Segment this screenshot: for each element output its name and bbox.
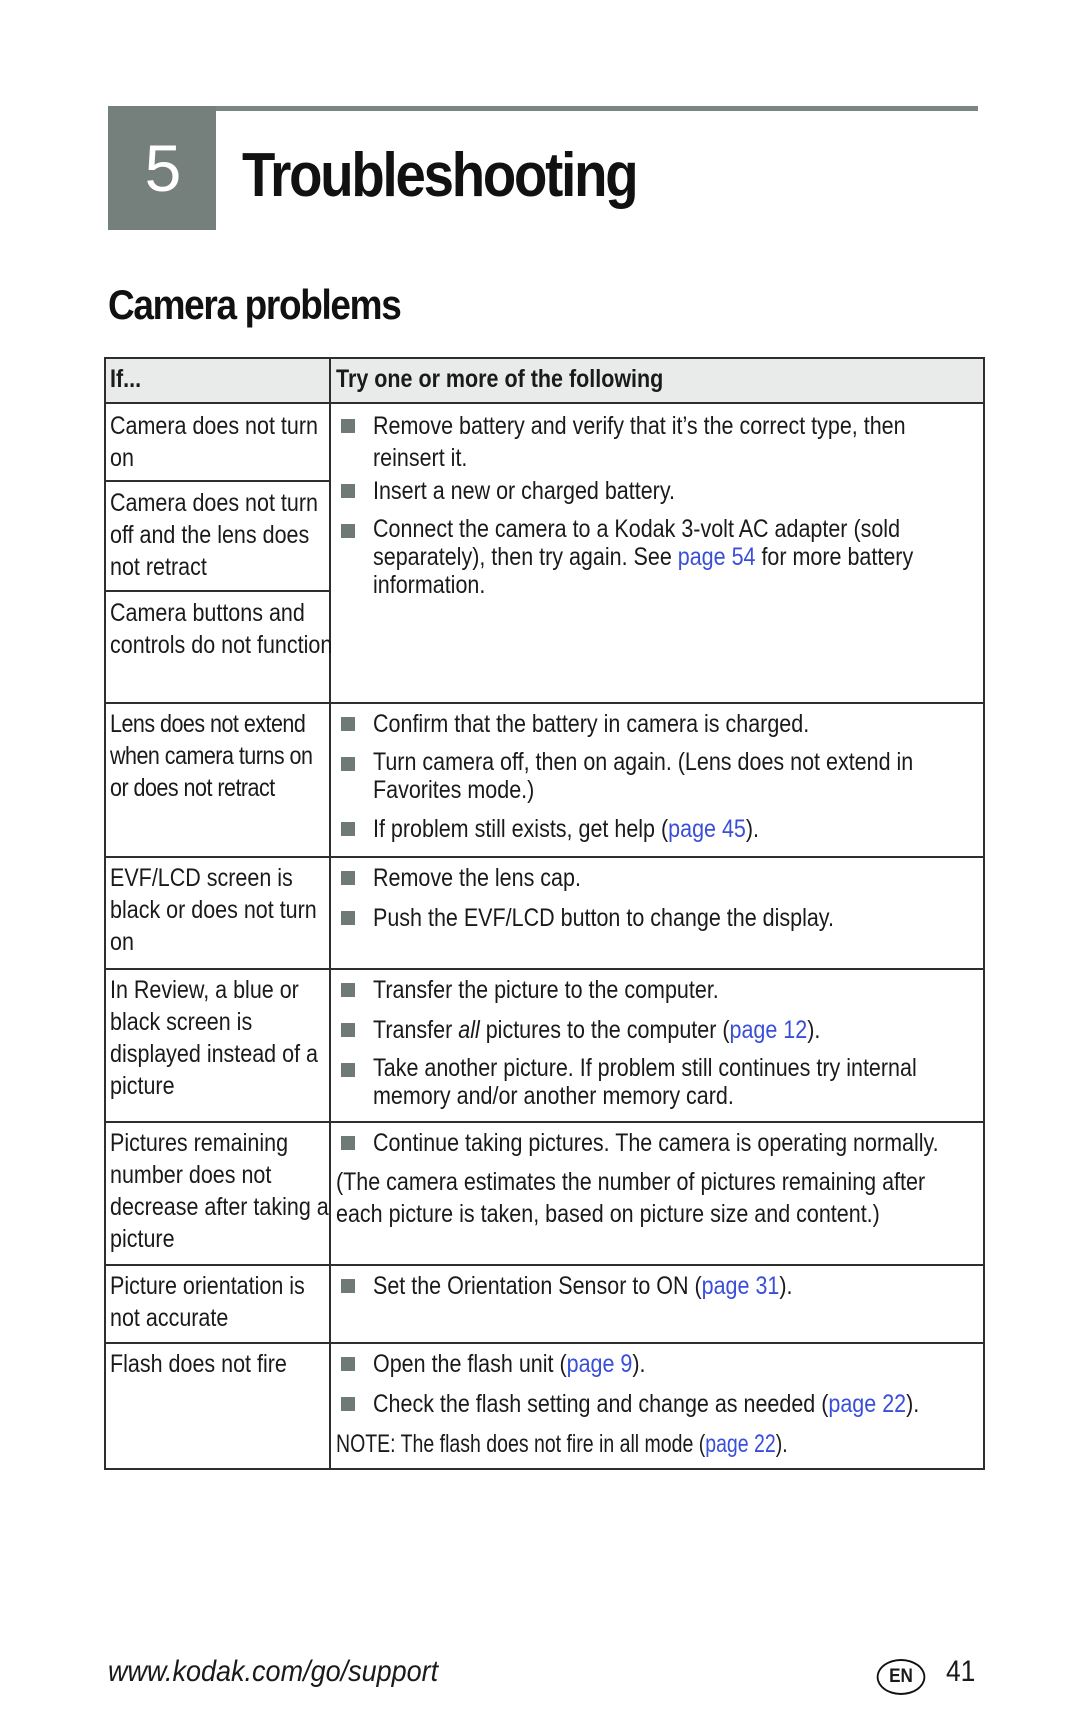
page-link[interactable]: page 9 — [567, 1350, 633, 1378]
chapter-number-box: 5 — [108, 106, 216, 230]
problem-cell: Flash does not fire — [110, 1350, 287, 1378]
support-url[interactable]: www.kodak.com/go/support — [108, 1655, 438, 1689]
page-link[interactable]: page 12 — [729, 1016, 807, 1044]
bullet-icon — [341, 419, 355, 433]
bullet-icon — [341, 757, 355, 771]
bullet-icon — [341, 911, 355, 925]
row-divider — [104, 856, 985, 858]
subrow-divider — [104, 590, 330, 592]
problem-cell: Picture orientation is not accurate — [110, 1272, 305, 1332]
problem-cell: Pictures remaining number does not decre… — [110, 1129, 329, 1253]
page-link[interactable]: page 22 — [828, 1390, 906, 1418]
solution-item: Open the flash unit (page 9). — [373, 1350, 646, 1378]
page-link[interactable]: page 31 — [702, 1272, 780, 1300]
page-link[interactable]: page 54 — [678, 543, 756, 571]
row-divider — [104, 702, 985, 704]
problem-cell: Camera does not turn on — [110, 412, 318, 472]
bullet-icon — [341, 717, 355, 731]
row-divider — [104, 968, 985, 970]
column-header-if: If... — [110, 365, 142, 393]
header-divider — [104, 402, 985, 404]
solution-item: If problem still exists, get help (page … — [373, 815, 760, 843]
problem-cell: EVF/LCD screen is black or does not turn… — [110, 864, 317, 956]
solution-item: Insert a new or charged battery. — [373, 477, 675, 505]
subrow-divider — [104, 480, 330, 482]
solution-item: Remove the lens cap. — [373, 864, 581, 892]
row-divider — [104, 1264, 985, 1266]
solution-item: Set the Orientation Sensor to ON (page 3… — [373, 1272, 793, 1300]
solution-item: Confirm that the battery in camera is ch… — [373, 710, 810, 738]
section-title: Camera problems — [108, 281, 402, 328]
solution-item: Check the flash setting and change as ne… — [373, 1390, 920, 1418]
row-divider — [104, 1342, 985, 1344]
chapter-title: Troubleshooting — [242, 141, 639, 210]
chapter-number: 5 — [144, 131, 182, 205]
solution-item: Turn camera off, then on again. (Lens do… — [373, 748, 914, 804]
solution-item: Continue taking pictures. The camera is … — [373, 1129, 939, 1157]
solution-item: Transfer all pictures to the computer (p… — [373, 1016, 821, 1044]
solution-item: Remove battery and verify that it’s the … — [373, 412, 906, 472]
bullet-icon — [341, 871, 355, 885]
page-number: 41 — [946, 1655, 976, 1688]
bullet-icon — [341, 1397, 355, 1411]
bullet-icon — [341, 1279, 355, 1293]
flash-note: NOTE: The flash does not fire in all mod… — [336, 1430, 788, 1458]
bullet-icon — [341, 1063, 355, 1077]
bullet-icon — [341, 484, 355, 498]
bullet-icon — [341, 822, 355, 836]
explanatory-note: (The camera estimates the number of pict… — [336, 1168, 926, 1228]
problem-cell: Camera buttons and controls do not funct… — [110, 599, 333, 659]
column-header-solutions: Try one or more of the following — [336, 365, 664, 393]
problem-cell: In Review, a blue or black screen is dis… — [110, 976, 318, 1100]
bullet-icon — [341, 1136, 355, 1150]
solution-item: Push the EVF/LCD button to change the di… — [373, 904, 834, 932]
solution-item: Take another picture. If problem still c… — [373, 1054, 917, 1110]
bullet-icon — [341, 1023, 355, 1037]
chapter-top-rule — [216, 106, 978, 111]
solution-item: Connect the camera to a Kodak 3-volt AC … — [373, 515, 914, 599]
problem-cell: Lens does not extend when camera turns o… — [110, 710, 313, 802]
solution-item: Transfer the picture to the computer. — [373, 976, 719, 1004]
page-link[interactable]: page 45 — [668, 815, 746, 843]
language-badge-icon: EN — [876, 1659, 926, 1695]
row-divider — [104, 1121, 985, 1123]
bullet-icon — [341, 983, 355, 997]
problem-cell: Camera does not turn off and the lens do… — [110, 489, 318, 581]
bullet-icon — [341, 1357, 355, 1371]
bullet-icon — [341, 524, 355, 538]
page-link[interactable]: page 22 — [705, 1430, 775, 1458]
